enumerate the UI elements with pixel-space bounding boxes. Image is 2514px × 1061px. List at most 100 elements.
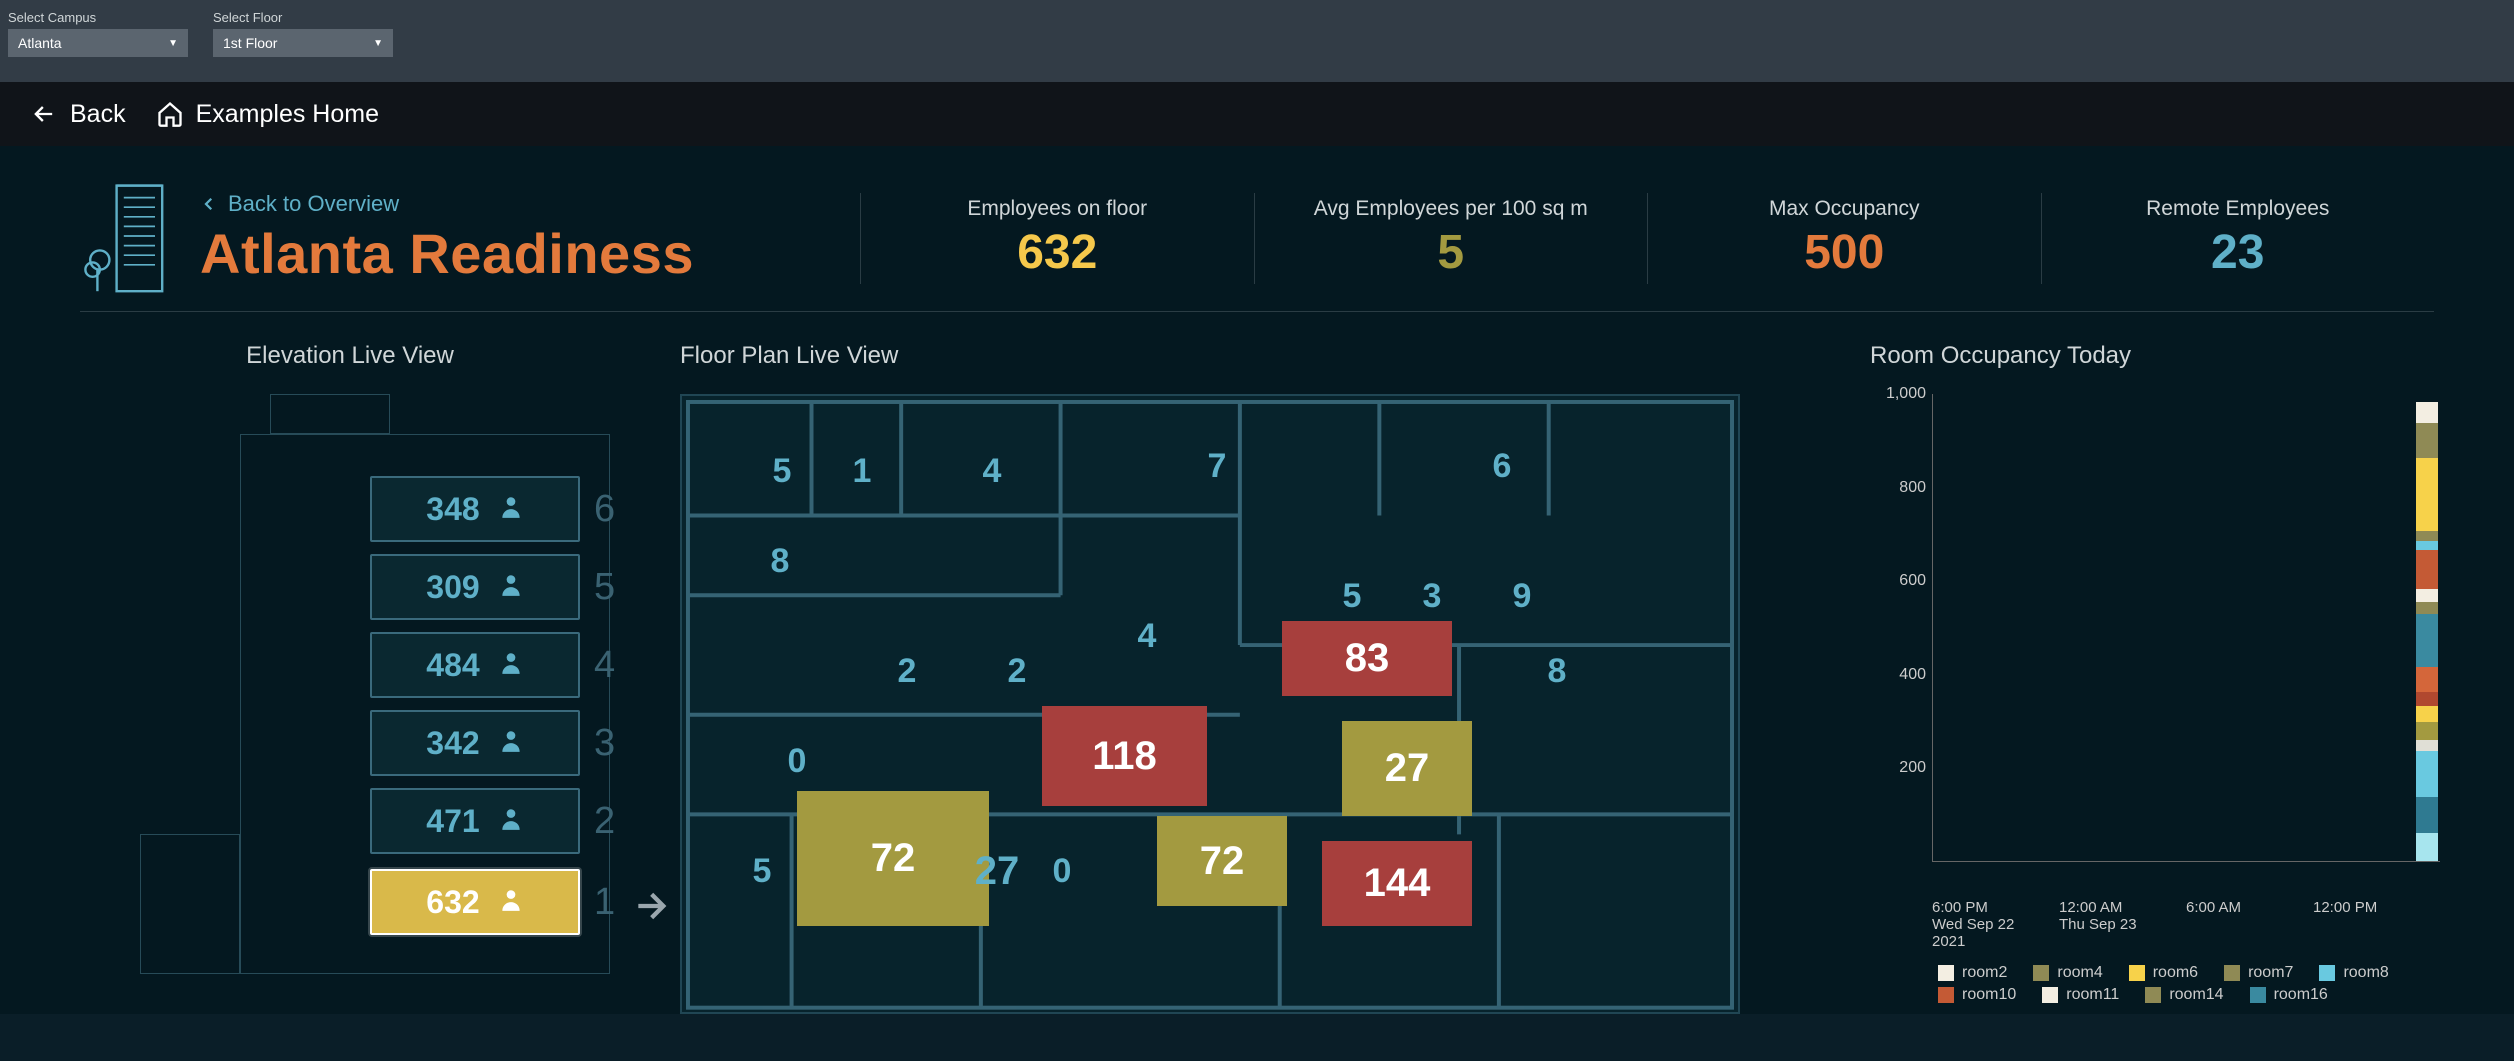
chevron-left-icon [200,195,218,213]
legend-item[interactable]: room8 [2319,964,2388,982]
room-cell[interactable]: 8 [1512,636,1602,706]
chart-legend: room2 room4 room6 room7 room8 room10 room11 roo… [1938,964,2418,1004]
room-cell[interactable]: 83 [1282,621,1452,696]
floor-select[interactable]: 1st Floor ▼ [213,29,393,57]
examples-home-button[interactable]: Examples Home [156,100,379,129]
room-cell[interactable]: 4 [1102,601,1192,671]
elevation-floor-3[interactable]: 342 3 [370,710,615,776]
room-cell[interactable]: 27 [1342,721,1472,816]
room-cell[interactable]: 2 [862,636,952,706]
room-cell[interactable]: 4 [942,436,1042,506]
bar-segment [2416,602,2438,614]
floor-number: 1 [594,881,615,924]
room-cell[interactable]: 0 [757,726,837,796]
floorplan-title: Floor Plan Live View [680,342,1810,370]
chevron-down-icon: ▼ [373,38,383,49]
room-occupancy-chart: 1,000800600400200 6:00 PMWed Sep 2220211… [1880,394,2440,894]
bar-segment [2416,402,2438,423]
campus-filter: Select Campus Atlanta ▼ [8,10,188,57]
legend-item[interactable]: room10 [1938,986,2016,1004]
panels-row: Elevation Live View 348 6 309 5 484 4 34… [80,342,2434,1014]
bar-segment [2416,589,2438,603]
floor-count: 484 [426,647,479,684]
elevation-floor-2[interactable]: 471 2 [370,788,615,854]
bar-segment [2416,692,2438,706]
legend-label: room7 [2248,964,2293,982]
campus-select[interactable]: Atlanta ▼ [8,29,188,57]
floor-count: 348 [426,491,479,528]
room-cell[interactable]: 0 [982,836,1142,906]
metric-label: Max Occupancy [1769,197,1920,221]
legend-item[interactable]: room16 [2250,986,2328,1004]
floor-box[interactable]: 632 [370,869,580,935]
floor-box[interactable]: 484 [370,632,580,698]
y-tick: 200 [1899,759,1926,777]
floor-count: 471 [426,803,479,840]
bar-segment [2416,722,2438,740]
breadcrumb-bar: Back Examples Home [0,82,2514,146]
metric-employees-on-floor: Employees on floor 632 [860,193,1254,284]
legend-label: room14 [2169,986,2223,1004]
elevation-view: 348 6 309 5 484 4 342 3 471 2 632 1 [100,394,600,1014]
room-cell[interactable]: 6 [1442,426,1562,506]
x-tick: 6:00 PMWed Sep 222021 [1932,899,2059,950]
room-cell[interactable]: 2 [972,636,1062,706]
metric-remote-employees: Remote Employees 23 [2041,193,2435,284]
room-cell[interactable]: 72 [1157,816,1287,906]
room-cell[interactable]: 5 [722,836,802,906]
back-button[interactable]: Back [30,100,126,129]
room-cell[interactable]: 9 [1482,566,1562,626]
legend-label: room10 [1962,986,2016,1004]
room-cell[interactable]: 3 [1397,566,1467,626]
elevation-floor-4[interactable]: 484 4 [370,632,615,698]
legend-item[interactable]: room6 [2129,964,2198,982]
x-tick: 6:00 AM [2186,899,2313,950]
room-cell[interactable]: 5 [742,436,822,506]
chart-plot [1932,394,2440,862]
room-cell[interactable]: 1 [832,436,892,506]
legend-label: room16 [2274,986,2328,1004]
person-icon [498,728,524,759]
floorplan-view[interactable]: 51476853922483801182757227072144 [680,394,1740,1014]
legend-item[interactable]: room11 [2042,986,2119,1004]
floor-number: 2 [594,800,615,843]
back-to-overview-link[interactable]: Back to Overview [200,191,694,217]
floor-box[interactable]: 309 [370,554,580,620]
bar-segment [2416,740,2438,750]
floor-count: 342 [426,725,479,762]
room-cell[interactable]: 8 [740,526,820,596]
legend-swatch [2129,965,2145,981]
legend-item[interactable]: room14 [2145,986,2223,1004]
bar-segment [2416,423,2438,458]
metric-value: 632 [1017,225,1097,280]
legend-label: room8 [2343,964,2388,982]
room-cell[interactable]: 7 [1152,426,1282,506]
room-cell[interactable]: 5 [1317,566,1387,626]
legend-label: room11 [2066,986,2119,1004]
bar-segment [2416,797,2438,834]
building-icon [80,176,170,301]
elevation-floor-6[interactable]: 348 6 [370,476,615,542]
elevation-floor-5[interactable]: 309 5 [370,554,615,620]
legend-item[interactable]: room4 [2033,964,2102,982]
room-cell[interactable]: 118 [1042,706,1207,806]
floor-box[interactable]: 471 [370,788,580,854]
room-cell[interactable]: 144 [1322,841,1472,926]
elevation-floor-1[interactable]: 632 1 [370,869,615,935]
floor-count: 309 [426,569,479,606]
metric-avg-employees-per-100-sq-m: Avg Employees per 100 sq m 5 [1254,193,1648,284]
chart-title: Room Occupancy Today [1870,342,2440,370]
legend-swatch [2033,965,2049,981]
legend-swatch [2319,965,2335,981]
metric-label: Avg Employees per 100 sq m [1314,197,1588,221]
metric-label: Employees on floor [967,197,1147,221]
floor-box[interactable]: 342 [370,710,580,776]
floor-box[interactable]: 348 [370,476,580,542]
bar-segment [2416,614,2438,667]
legend-swatch [1938,965,1954,981]
back-to-overview-label: Back to Overview [228,191,399,217]
legend-item[interactable]: room2 [1938,964,2007,982]
legend-item[interactable]: room7 [2224,964,2293,982]
y-tick: 1,000 [1886,385,1926,403]
page-body: Back to Overview Atlanta Readiness Emplo… [0,146,2514,1014]
